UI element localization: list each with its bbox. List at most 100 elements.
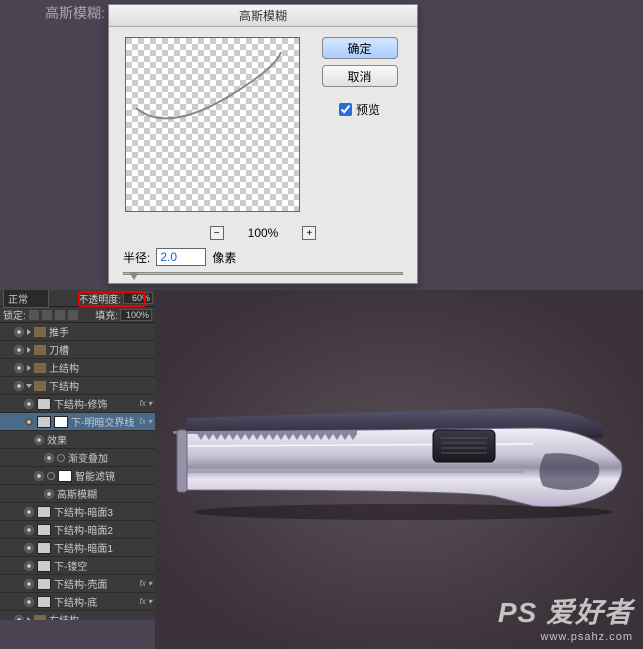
filter-preview[interactable] bbox=[125, 37, 300, 212]
disclosure-arrow-icon[interactable] bbox=[27, 329, 31, 335]
visibility-icon[interactable] bbox=[24, 579, 34, 589]
lock-position-icon[interactable] bbox=[55, 310, 65, 320]
layer-row[interactable]: 下结构-暗面3 bbox=[0, 503, 155, 521]
visibility-icon[interactable] bbox=[24, 543, 34, 553]
layer-thumb bbox=[37, 560, 51, 572]
fx-badge[interactable]: fx ▾ bbox=[140, 417, 155, 426]
visibility-icon[interactable] bbox=[44, 489, 54, 499]
radius-input[interactable] bbox=[156, 248, 206, 266]
layer-row[interactable]: 下结构-壳面fx ▾ bbox=[0, 575, 155, 593]
blend-mode-select[interactable]: 正常 bbox=[3, 290, 49, 308]
lock-pixels-icon[interactable] bbox=[42, 310, 52, 320]
preview-checkbox[interactable]: 预览 bbox=[339, 101, 380, 118]
effect-toggle-icon[interactable] bbox=[47, 472, 55, 480]
fx-badge[interactable]: fx ▾ bbox=[140, 597, 155, 606]
visibility-icon[interactable] bbox=[14, 363, 24, 373]
lock-transparent-icon[interactable] bbox=[29, 310, 39, 320]
layer-name: 下结构-暗面2 bbox=[54, 522, 155, 537]
layer-thumb bbox=[37, 578, 51, 590]
visibility-icon[interactable] bbox=[24, 399, 34, 409]
layer-thumb bbox=[37, 542, 51, 554]
disclosure-arrow-icon[interactable] bbox=[27, 347, 31, 353]
layer-name: 下-镂空 bbox=[54, 558, 155, 573]
radius-label: 半径: bbox=[123, 249, 150, 266]
layer-row[interactable]: 效果 bbox=[0, 431, 155, 449]
disclosure-arrow-icon[interactable] bbox=[27, 617, 31, 621]
layer-row[interactable]: 下结构-修饰fx ▾ bbox=[0, 395, 155, 413]
layer-thumb bbox=[37, 524, 51, 536]
layer-name: 下结构 bbox=[49, 378, 155, 393]
lock-label: 锁定: bbox=[3, 307, 26, 322]
layer-row[interactable]: 刀槽 bbox=[0, 341, 155, 359]
layer-row[interactable]: 下结构-暗面2 bbox=[0, 521, 155, 539]
folder-icon bbox=[34, 327, 46, 337]
mask-thumb bbox=[58, 470, 72, 482]
canvas-area[interactable]: PS 爱好者 www.psahz.com bbox=[155, 290, 643, 649]
visibility-icon[interactable] bbox=[14, 327, 24, 337]
layer-row[interactable]: 右结构 bbox=[0, 611, 155, 620]
layer-name: 渐变叠加 bbox=[68, 450, 155, 465]
layers-panel: 正常 不透明度: 锁定: 填充: 推手刀槽上结构下结构下结构-修饰fx ▾下-明… bbox=[0, 290, 155, 620]
visibility-icon[interactable] bbox=[24, 597, 34, 607]
layer-name: 上结构 bbox=[49, 360, 155, 375]
visibility-icon[interactable] bbox=[14, 381, 24, 391]
fx-badge[interactable]: fx ▾ bbox=[140, 399, 155, 408]
layer-thumb bbox=[37, 398, 51, 410]
visibility-icon[interactable] bbox=[24, 561, 34, 571]
visibility-icon[interactable] bbox=[34, 471, 44, 481]
visibility-icon[interactable] bbox=[24, 507, 34, 517]
fx-badge[interactable]: fx ▾ bbox=[140, 579, 155, 588]
radius-unit: 像素 bbox=[212, 249, 236, 266]
slider-thumb[interactable] bbox=[129, 272, 139, 280]
zoom-level: 100% bbox=[248, 226, 279, 240]
layer-thumb bbox=[37, 596, 51, 608]
layer-row[interactable]: 高斯模糊 bbox=[0, 485, 155, 503]
layer-row[interactable]: 下-明暗交界线fx ▾ bbox=[0, 413, 155, 431]
visibility-icon[interactable] bbox=[24, 417, 34, 427]
preview-checkbox-input[interactable] bbox=[339, 103, 352, 116]
watermark-url: www.psahz.com bbox=[498, 631, 633, 643]
layer-row[interactable]: 下结构-底fx ▾ bbox=[0, 593, 155, 611]
watermark-text: PS 爱好者 bbox=[498, 591, 633, 631]
visibility-icon[interactable] bbox=[24, 525, 34, 535]
visibility-icon[interactable] bbox=[14, 615, 24, 621]
layer-row[interactable]: 推手 bbox=[0, 323, 155, 341]
visibility-icon[interactable] bbox=[34, 435, 44, 445]
layer-row[interactable]: 渐变叠加 bbox=[0, 449, 155, 467]
layer-name: 推手 bbox=[49, 324, 155, 339]
zoom-out-button[interactable]: − bbox=[210, 226, 224, 240]
mask-thumb bbox=[54, 416, 68, 428]
layer-name: 下结构-修饰 bbox=[54, 396, 137, 411]
ok-button[interactable]: 确定 bbox=[322, 37, 398, 59]
utility-knife-illustration bbox=[173, 400, 628, 520]
layer-name: 高斯模糊 bbox=[57, 486, 155, 501]
layer-name: 效果 bbox=[47, 432, 155, 447]
layer-row[interactable]: 智能滤镜 bbox=[0, 467, 155, 485]
layer-name: 下结构-壳面 bbox=[54, 576, 137, 591]
visibility-icon[interactable] bbox=[14, 345, 24, 355]
layer-row[interactable]: 上结构 bbox=[0, 359, 155, 377]
disclosure-arrow-icon[interactable] bbox=[27, 365, 31, 371]
layer-name: 下结构-暗面3 bbox=[54, 504, 155, 519]
lock-all-icon[interactable] bbox=[68, 310, 78, 320]
radius-slider[interactable] bbox=[123, 272, 403, 286]
layer-name: 下结构-暗面1 bbox=[54, 540, 155, 555]
layer-row[interactable]: 下结构 bbox=[0, 377, 155, 395]
layer-name: 刀槽 bbox=[49, 342, 155, 357]
preview-checkbox-label: 预览 bbox=[356, 101, 380, 118]
cancel-button[interactable]: 取消 bbox=[322, 65, 398, 87]
visibility-icon[interactable] bbox=[44, 453, 54, 463]
effect-toggle-icon[interactable] bbox=[57, 454, 65, 462]
layer-thumb bbox=[37, 416, 51, 428]
layer-row[interactable]: 下结构-暗面1 bbox=[0, 539, 155, 557]
layer-name: 下-明暗交界线 bbox=[71, 414, 137, 429]
folder-icon bbox=[34, 381, 46, 391]
highlight-annotation bbox=[78, 291, 146, 307]
zoom-in-button[interactable]: + bbox=[302, 226, 316, 240]
layer-row[interactable]: 下-镂空 bbox=[0, 557, 155, 575]
gaussian-blur-dialog: 高斯模糊 确定 取消 预览 − 100% + 半径: 像素 bbox=[108, 4, 418, 284]
layer-name: 智能滤镜 bbox=[75, 468, 155, 483]
disclosure-arrow-icon[interactable] bbox=[26, 384, 32, 388]
fill-input[interactable] bbox=[120, 309, 152, 321]
folder-icon bbox=[34, 363, 46, 373]
